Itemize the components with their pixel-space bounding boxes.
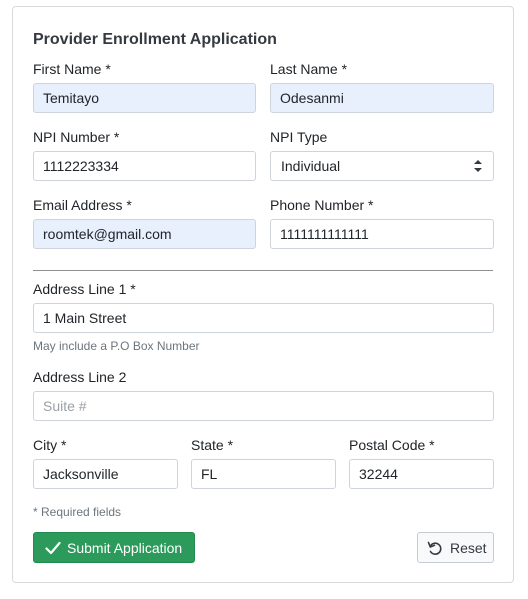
undo-icon [427,541,442,555]
npi-type-select[interactable]: Individual [270,151,494,181]
form-title: Provider Enrollment Application [33,31,277,48]
reset-button-label: Reset [450,540,487,556]
required-fields-note: * Required fields [33,505,122,519]
section-divider [33,270,493,271]
city-input[interactable] [33,459,178,489]
address-line1-help: May include a P.O Box Number [33,339,200,353]
address-line1-input[interactable] [33,303,494,333]
first-name-input[interactable] [33,83,256,113]
postal-code-input[interactable] [349,459,494,489]
postal-code-label: Postal Code * [349,437,435,453]
phone-input[interactable] [270,219,494,249]
address-line2-label: Address Line 2 [33,369,127,385]
last-name-input[interactable] [270,83,494,113]
email-input[interactable] [33,219,256,249]
state-label: State * [191,437,234,453]
check-icon [45,541,61,555]
city-label: City * [33,437,67,453]
address-line1-label: Address Line 1 * [33,281,136,297]
phone-label: Phone Number * [270,197,374,213]
email-label: Email Address * [33,197,132,213]
npi-number-input[interactable] [33,151,256,181]
npi-type-label: NPI Type [270,129,328,145]
last-name-label: Last Name * [270,61,348,77]
npi-type-value: Individual [281,158,341,174]
submit-application-button[interactable]: Submit Application [33,532,195,563]
chevron-updown-icon [474,160,482,172]
npi-number-label: NPI Number * [33,129,120,145]
reset-button[interactable]: Reset [417,532,494,563]
state-input[interactable] [191,459,336,489]
submit-button-label: Submit Application [67,540,183,556]
address-line2-input[interactable] [33,391,494,421]
first-name-label: First Name * [33,61,111,77]
enrollment-form-card: Provider Enrollment Application First Na… [12,6,514,583]
